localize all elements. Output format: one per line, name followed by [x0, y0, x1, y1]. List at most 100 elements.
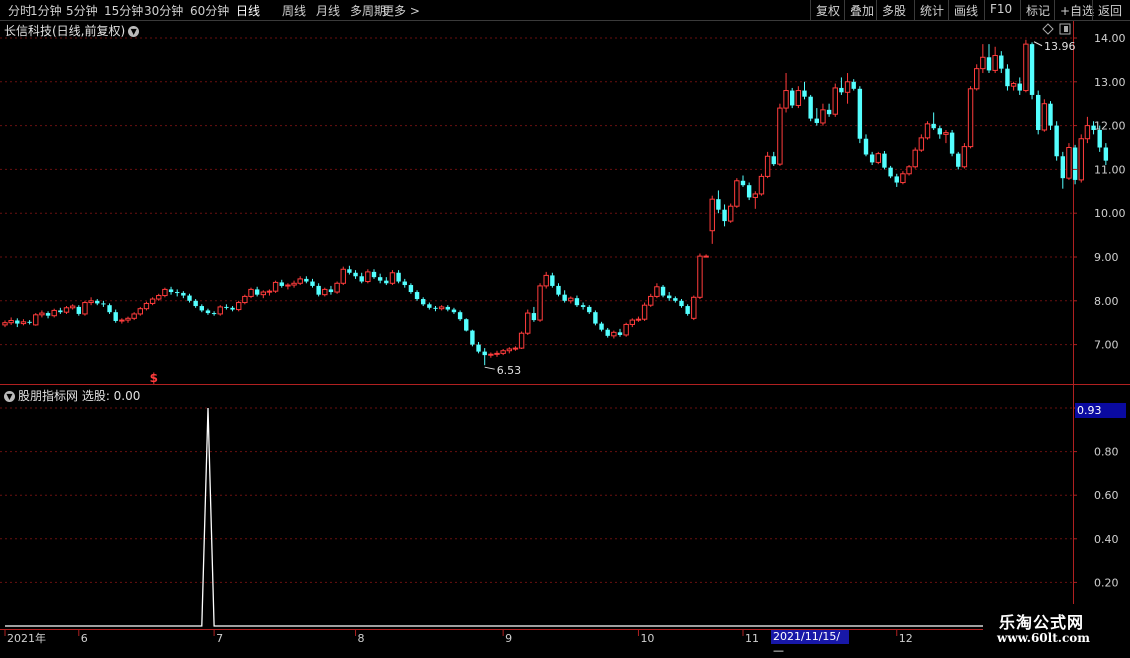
- candle: [1005, 64, 1010, 91]
- candle: [211, 311, 217, 316]
- toolbar-right-item-5[interactable]: F10: [984, 0, 1020, 20]
- toolbar-item-9[interactable]: 多周期: [350, 2, 386, 19]
- date-tick-label: 6: [81, 632, 88, 645]
- indicator-title[interactable]: ▼ 股朋指标网 选股: 0.00: [4, 387, 140, 404]
- candle-body: [956, 153, 961, 167]
- candle-body: [752, 193, 758, 198]
- candle: [260, 290, 267, 299]
- price-tick-label: 10.00: [1094, 207, 1126, 220]
- candle-body: [863, 138, 869, 155]
- candle-body: [734, 180, 740, 207]
- toolbar-item-10[interactable]: 更多 >: [382, 2, 420, 19]
- toolbar-item-2[interactable]: 5分钟: [66, 2, 98, 19]
- candle-body: [371, 271, 377, 278]
- toolbar-item-0[interactable]: 分时: [8, 2, 32, 19]
- indicator-line: [5, 407, 1106, 627]
- candle: [205, 308, 211, 315]
- toolbar-right-item-2[interactable]: 多股: [876, 0, 914, 20]
- candle: [506, 347, 513, 354]
- candle: [802, 81, 807, 100]
- candle: [285, 283, 291, 290]
- candle-body: [685, 306, 690, 314]
- candle: [888, 165, 893, 179]
- candle-body: [568, 297, 574, 302]
- candle: [113, 309, 118, 323]
- candle-body: [1017, 83, 1022, 91]
- candle: [389, 270, 396, 286]
- candle-body: [137, 308, 144, 315]
- candle: [593, 310, 598, 326]
- candle: [623, 322, 629, 337]
- candle-body: [230, 307, 235, 310]
- indicator-tick-label: 0.40: [1094, 533, 1119, 546]
- date-tick-label: 2021年: [7, 631, 46, 645]
- corner-icons[interactable]: [1042, 23, 1071, 35]
- toolbar-item-3[interactable]: 15分钟: [104, 2, 143, 19]
- chart-canvas[interactable]: 7.00 8.00 9.00 10.00 11.00 12.00 13.00 14.00 0.…: [0, 0, 1130, 650]
- toolbar-item-4[interactable]: 30分钟: [144, 2, 183, 19]
- candle-body: [764, 155, 771, 177]
- candle-body: [949, 132, 955, 154]
- candle-body: [924, 123, 931, 139]
- candle-body: [236, 302, 242, 311]
- candle-body: [39, 312, 45, 316]
- candle-body: [500, 350, 506, 354]
- candle-body: [512, 347, 519, 350]
- toolbar-right-item-0[interactable]: 复权: [810, 0, 844, 20]
- date-tick-label: 12: [899, 632, 913, 645]
- toolbar-item-7[interactable]: 周线: [282, 2, 306, 19]
- candle: [33, 313, 39, 326]
- candle-body: [716, 199, 721, 210]
- candle: [550, 272, 555, 288]
- candle-body: [851, 81, 856, 89]
- candle: [76, 305, 81, 316]
- candle: [149, 297, 156, 306]
- candle: [88, 297, 94, 306]
- candle: [771, 151, 776, 166]
- toolbar-right-item-4[interactable]: 画线: [948, 0, 984, 20]
- chevron-down-icon[interactable]: ▼: [128, 26, 140, 37]
- toolbar-right-item-3[interactable]: 统计: [914, 0, 948, 20]
- toolbar-item-1[interactable]: 1分钟: [30, 2, 62, 19]
- candle: [1017, 77, 1022, 95]
- date-tick-label: 10: [640, 632, 654, 645]
- candle-body: [826, 109, 832, 115]
- candle: [500, 348, 506, 356]
- price-tick-label: 8.00: [1094, 295, 1119, 308]
- diamond-icon[interactable]: [1042, 23, 1054, 35]
- candle-body: [1066, 147, 1072, 179]
- candle: [974, 64, 980, 91]
- candle-body: [119, 319, 125, 322]
- candle-body: [1029, 44, 1035, 95]
- candle: [402, 278, 407, 288]
- candle: [58, 307, 63, 314]
- chevron-down-icon[interactable]: ▼: [4, 391, 15, 402]
- candle: [703, 254, 709, 258]
- stock-title[interactable]: 长信科技(日线,前复权) ▼: [4, 22, 140, 39]
- candle: [611, 330, 617, 339]
- toolbar-item-5[interactable]: 60分钟: [190, 2, 229, 19]
- candle-body: [1041, 103, 1048, 131]
- candle: [894, 173, 899, 187]
- toolbar-item-8[interactable]: 月线: [316, 2, 340, 19]
- toolbar-right-item-1[interactable]: 叠加: [844, 0, 876, 20]
- date-tick-label: 7: [216, 632, 223, 645]
- candle-body: [980, 56, 986, 70]
- candle-body: [654, 286, 660, 297]
- candle-body: [931, 123, 936, 129]
- candle: [820, 103, 826, 126]
- toolbar-right-item-6[interactable]: 标记: [1020, 0, 1054, 20]
- candle: [734, 178, 740, 208]
- candle-body: [15, 320, 20, 324]
- toolbar-right-item-7[interactable]: +自选: [1054, 0, 1094, 20]
- candle: [175, 289, 180, 297]
- candle: [691, 295, 697, 321]
- toolbar-right-item-8[interactable]: 返回: [1092, 0, 1130, 20]
- candle: [580, 302, 586, 310]
- candle: [438, 305, 445, 311]
- toolbar-item-6[interactable]: 日线: [236, 2, 260, 19]
- candle: [629, 318, 635, 328]
- candle-body: [168, 289, 174, 293]
- indicator-grid: [0, 407, 1073, 583]
- candle: [224, 304, 229, 310]
